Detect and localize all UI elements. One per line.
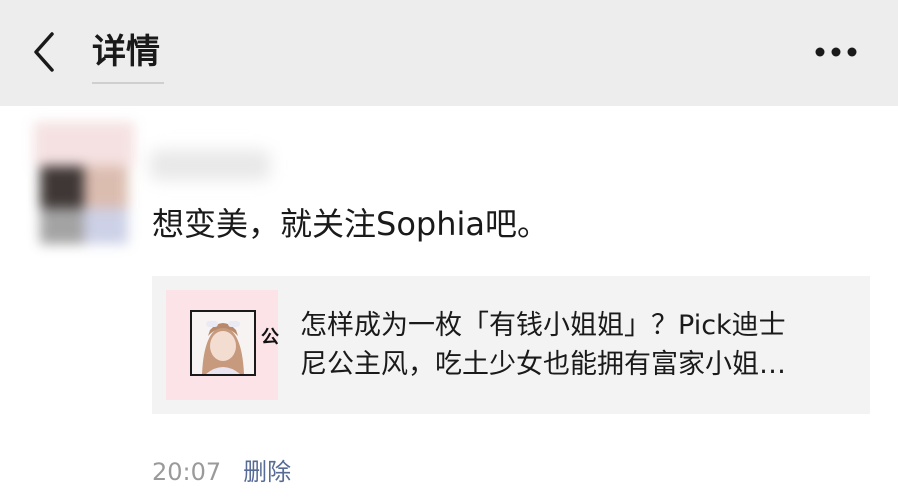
post-meta: 20:07 删除 <box>152 454 291 490</box>
title-underline <box>92 82 164 84</box>
nav-bar: 详情 <box>0 0 898 106</box>
post-text: 想变美，就关注Sophia吧。 <box>152 205 549 243</box>
article-thumbnail: 公 <box>166 290 279 400</box>
article-title-line-2: 尼公主风，吃土少女也能拥有富家小姐… <box>300 349 786 380</box>
shared-article-card[interactable]: 公 怎样成为一枚「有钱小姐姐」？Pick迪士 尼公主风，吃土少女也能拥有富家小姐… <box>152 276 870 414</box>
official-account-badge: 公 <box>261 327 279 348</box>
avatar[interactable] <box>34 122 134 246</box>
delete-button[interactable]: 删除 <box>243 458 291 486</box>
article-title: 怎样成为一枚「有钱小姐姐」？Pick迪士 尼公主风，吃土少女也能拥有富家小姐… <box>300 306 860 384</box>
post-timestamp: 20:07 <box>152 458 222 486</box>
chevron-left-icon[interactable] <box>26 30 66 74</box>
username-blurred <box>150 150 270 180</box>
article-title-line-1: 怎样成为一枚「有钱小姐姐」？Pick迪士 <box>300 310 786 341</box>
more-dots-icon[interactable] <box>810 36 862 68</box>
page-title: 详情 <box>92 32 160 72</box>
article-thumbnail-image <box>190 310 256 376</box>
